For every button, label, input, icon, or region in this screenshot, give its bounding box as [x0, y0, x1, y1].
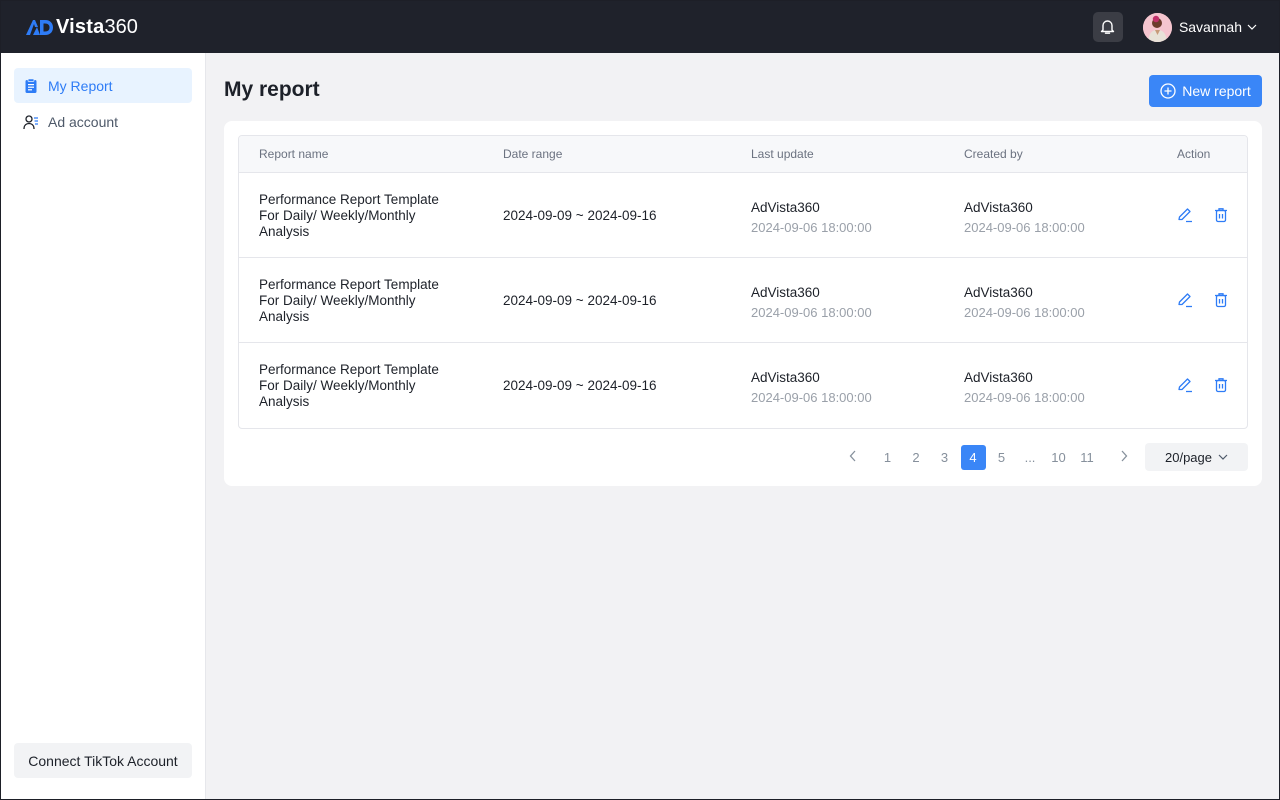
created-by: AdVista360 2024-09-06 18:00:00 — [964, 283, 1085, 323]
created-by-name: AdVista360 — [964, 370, 1033, 385]
created-by-name: AdVista360 — [964, 200, 1033, 215]
connect-tiktok-button[interactable]: Connect TikTok Account — [14, 743, 192, 778]
chevron-down-icon — [1247, 24, 1257, 30]
column-header-created-by: Created by — [964, 147, 1023, 161]
edit-pencil-icon[interactable] — [1176, 291, 1194, 309]
page-4-current[interactable]: 4 — [960, 444, 986, 470]
user-list-icon — [23, 114, 39, 130]
pagination: 1 2 3 4 5 ... 10 11 — [840, 444, 1136, 470]
row-actions — [1176, 291, 1230, 309]
page-5[interactable]: 5 — [989, 445, 1014, 470]
page-10[interactable]: 10 — [1046, 445, 1071, 470]
chevron-down-icon — [1218, 454, 1228, 460]
page-size-value: 20/page — [1165, 449, 1212, 465]
date-range: 2024-09-09 ~ 2024-09-16 — [503, 378, 657, 393]
column-header-action: Action — [1177, 147, 1211, 161]
edit-pencil-icon[interactable] — [1176, 376, 1194, 394]
sidebar-item-ad-account[interactable]: Ad account — [14, 104, 192, 139]
created-by-name: AdVista360 — [964, 285, 1033, 300]
column-header-last-update: Last update — [751, 147, 814, 161]
table-row: Performance Report Template For Daily/ W… — [239, 173, 1247, 258]
logo[interactable]: Vista 360 — [25, 1, 138, 53]
sidebar-item-label: Ad account — [48, 113, 119, 130]
column-header-date-range: Date range — [503, 147, 563, 161]
row-actions — [1176, 206, 1230, 224]
avatar[interactable] — [1142, 12, 1172, 42]
page-2[interactable]: 2 — [904, 445, 929, 470]
created-time: 2024-09-06 18:00:00 — [964, 390, 1085, 405]
new-report-label: New report — [1182, 83, 1251, 99]
user-menu[interactable]: Savannah — [1142, 12, 1257, 42]
last-update-by: AdVista360 — [751, 370, 820, 385]
page-1[interactable]: 1 — [875, 445, 900, 470]
logo-text: Vista — [56, 15, 105, 38]
chevron-right-icon[interactable] — [1111, 445, 1136, 470]
created-time: 2024-09-06 18:00:00 — [964, 220, 1085, 235]
new-report-button[interactable]: New report — [1149, 75, 1262, 107]
last-update-by: AdVista360 — [751, 285, 820, 300]
last-update: AdVista360 2024-09-06 18:00:00 — [751, 283, 872, 323]
top-bar: Vista 360 Savannah — [1, 1, 1279, 53]
table-row: Performance Report Template For Daily/ W… — [239, 343, 1247, 428]
plus-circle-icon — [1160, 83, 1176, 99]
sidebar-item-my-report[interactable]: My Report — [14, 68, 192, 103]
trash-icon[interactable] — [1212, 376, 1230, 394]
page-11[interactable]: 11 — [1075, 445, 1100, 470]
sidebar-item-label: My Report — [48, 77, 113, 94]
report-name[interactable]: Performance Report Template For Daily/ W… — [259, 277, 439, 325]
report-card: Report name Date range Last update Creat… — [224, 121, 1262, 486]
user-name: Savannah — [1178, 19, 1242, 35]
last-update-time: 2024-09-06 18:00:00 — [751, 390, 872, 405]
table-row: Performance Report Template For Daily/ W… — [239, 258, 1247, 343]
page-title: My report — [224, 78, 320, 101]
page-3[interactable]: 3 — [932, 445, 957, 470]
last-update-by: AdVista360 — [751, 200, 820, 215]
date-range: 2024-09-09 ~ 2024-09-16 — [503, 293, 657, 308]
logo-mark-icon — [25, 18, 55, 36]
created-by: AdVista360 2024-09-06 18:00:00 — [964, 198, 1085, 238]
chevron-left-icon[interactable] — [840, 445, 865, 470]
page-size-select[interactable]: 20/page — [1145, 443, 1248, 471]
column-header-report-name: Report name — [259, 147, 329, 161]
report-name[interactable]: Performance Report Template For Daily/ W… — [259, 192, 439, 240]
trash-icon[interactable] — [1212, 206, 1230, 224]
row-actions — [1176, 376, 1230, 394]
page-ellipsis[interactable]: ... — [1018, 445, 1043, 470]
trash-icon[interactable] — [1212, 291, 1230, 309]
clipboard-icon — [23, 77, 39, 94]
created-by: AdVista360 2024-09-06 18:00:00 — [964, 368, 1085, 408]
created-time: 2024-09-06 18:00:00 — [964, 305, 1085, 320]
logo-number: 360 — [104, 15, 138, 38]
last-update: AdVista360 2024-09-06 18:00:00 — [751, 368, 872, 408]
table-header: Report name Date range Last update Creat… — [239, 136, 1247, 173]
date-range: 2024-09-09 ~ 2024-09-16 — [503, 208, 657, 223]
edit-pencil-icon[interactable] — [1176, 206, 1194, 224]
last-update: AdVista360 2024-09-06 18:00:00 — [751, 198, 872, 238]
app-window: Vista 360 Savannah My Report Ad account … — [1, 1, 1279, 799]
notification-button[interactable] — [1092, 12, 1123, 42]
report-name[interactable]: Performance Report Template For Daily/ W… — [259, 362, 439, 410]
report-table: Report name Date range Last update Creat… — [238, 135, 1248, 429]
last-update-time: 2024-09-06 18:00:00 — [751, 220, 872, 235]
last-update-time: 2024-09-06 18:00:00 — [751, 305, 872, 320]
bell-icon — [1100, 19, 1115, 35]
sidebar: My Report Ad account Connect TikTok Acco… — [1, 53, 206, 799]
